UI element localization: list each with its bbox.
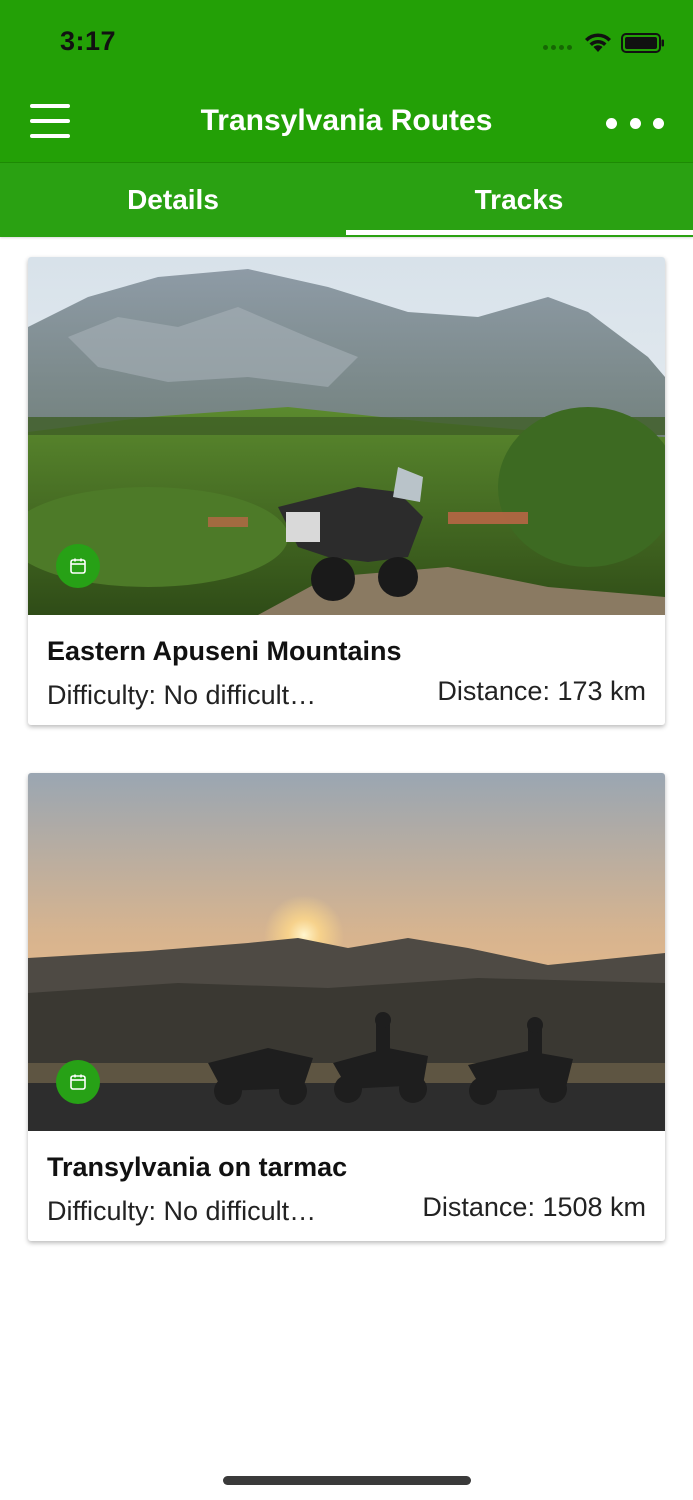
track-distance: Distance: 173 km — [437, 676, 646, 706]
track-card[interactable]: Transylvania on tarmac Difficulty: No di… — [28, 773, 665, 1241]
tab-tracks[interactable]: Tracks — [346, 163, 692, 237]
track-title: Eastern Apuseni Mountains — [47, 636, 402, 666]
track-card[interactable]: Eastern Apuseni Mountains Difficulty: No… — [28, 257, 665, 725]
sunset-motorcycles-photo — [28, 773, 665, 1131]
mountain-motorcycle-photo — [28, 257, 665, 615]
wifi-icon — [585, 33, 611, 52]
tab-bar: Details Tracks — [0, 163, 693, 237]
track-difficulty: Difficulty: No difficult… — [47, 680, 317, 710]
battery-icon — [621, 33, 664, 53]
track-difficulty: Difficulty: No difficult… — [47, 1196, 317, 1226]
app-bar: Transylvania Routes — [0, 84, 693, 163]
status-bar: 3:17 — [0, 0, 693, 84]
track-distance: Distance: 1508 km — [422, 1192, 646, 1222]
home-indicator[interactable] — [223, 1476, 471, 1485]
tab-details[interactable]: Details — [0, 163, 346, 237]
selected-tab-indicator — [346, 230, 693, 235]
track-title: Transylvania on tarmac — [47, 1152, 348, 1182]
status-time: 3:17 — [60, 26, 117, 56]
cellular-signal-icon — [543, 45, 572, 50]
app-title: Transylvania Routes — [200, 104, 493, 137]
more-dots-icon[interactable] — [600, 108, 670, 138]
calendar-icon[interactable] — [56, 1060, 100, 1104]
calendar-icon[interactable] — [56, 544, 100, 588]
